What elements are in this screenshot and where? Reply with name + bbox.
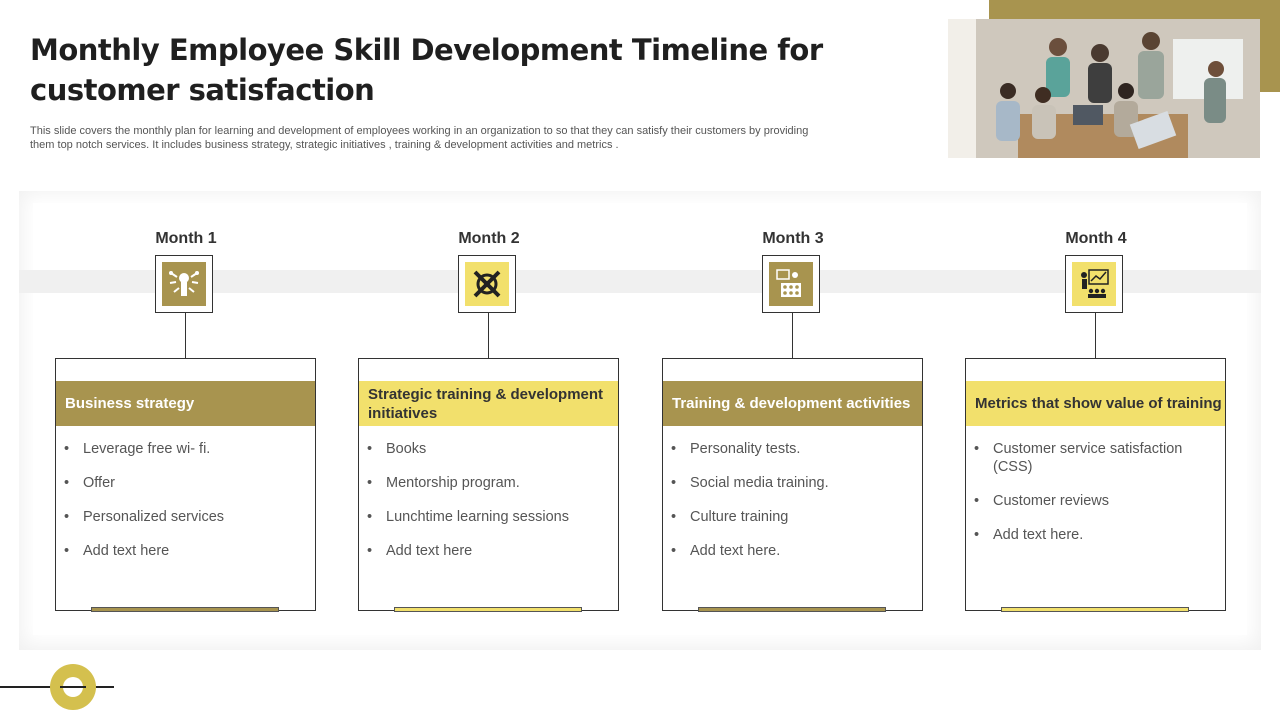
classroom-training-icon <box>769 262 813 306</box>
card-footer-bar <box>91 607 279 612</box>
month-column-4: Month 4 Metrics that show value of train… <box>965 230 1227 620</box>
connector-line <box>1095 313 1096 358</box>
tools-cross-icon <box>465 262 509 306</box>
month-label: Month 4 <box>1065 230 1127 247</box>
accent-bar-side <box>1260 0 1280 92</box>
accent-bar-top <box>989 0 1280 19</box>
month-label: Month 3 <box>762 230 824 247</box>
card-heading: Training & development activities <box>663 381 922 426</box>
month-card: Strategic training & development initiat… <box>358 358 619 612</box>
list-item: Customer reviews <box>974 492 1214 510</box>
strategy-hand-icon <box>162 262 206 306</box>
month-card: Metrics that show value of training Cust… <box>965 358 1226 612</box>
month-label: Month 1 <box>155 230 217 247</box>
list-item: Leverage free wi- fi. <box>64 440 304 458</box>
month-icon-frame <box>458 255 516 313</box>
month-column-2: Month 2 Strategic training & development… <box>358 230 620 620</box>
card-footer-bar <box>394 607 582 612</box>
card-list: Books Mentorship program. Lunchtime lear… <box>367 440 607 576</box>
list-item: Customer service satisfaction (CSS) <box>974 440 1214 476</box>
list-item: Culture training <box>671 508 911 526</box>
month-card: Training & development activities Person… <box>662 358 923 612</box>
list-item: Personality tests. <box>671 440 911 458</box>
card-footer-bar <box>1001 607 1189 612</box>
card-list: Leverage free wi- fi. Offer Personalized… <box>64 440 304 576</box>
list-item: Personalized services <box>64 508 304 526</box>
connector-line <box>185 313 186 358</box>
slide-subtitle: This slide covers the monthly plan for l… <box>30 125 809 151</box>
card-list: Customer service satisfaction (CSS) Cust… <box>974 440 1214 560</box>
card-footer-bar <box>698 607 886 612</box>
month-icon-frame <box>762 255 820 313</box>
team-meeting-photo <box>948 19 1260 158</box>
connector-line <box>792 313 793 358</box>
month-label: Month 2 <box>458 230 520 247</box>
card-heading: Strategic training & development initiat… <box>359 381 618 426</box>
month-card: Business strategy Leverage free wi- fi. … <box>55 358 316 612</box>
card-list: Personality tests. Social media training… <box>671 440 911 576</box>
list-item: Mentorship program. <box>367 474 607 492</box>
month-column-3: Month 3 Training & development activitie… <box>662 230 924 620</box>
connector-line <box>488 313 489 358</box>
list-item: Add text here <box>367 542 607 560</box>
list-item: Add text here. <box>671 542 911 560</box>
card-heading: Business strategy <box>56 381 315 426</box>
month-icon-frame <box>155 255 213 313</box>
card-heading: Metrics that show value of training <box>966 381 1225 426</box>
decorative-line-overlay <box>60 686 86 688</box>
list-item: Lunchtime learning sessions <box>367 508 607 526</box>
month-column-1: Month 1 Business strategy Leverage free … <box>55 230 317 620</box>
slide-title: Monthly Employee Skill Development Timel… <box>30 33 823 107</box>
list-item: Add text here <box>64 542 304 560</box>
presentation-metrics-icon <box>1072 262 1116 306</box>
list-item: Offer <box>64 474 304 492</box>
list-item: Social media training. <box>671 474 911 492</box>
month-icon-frame <box>1065 255 1123 313</box>
list-item: Add text here. <box>974 526 1214 544</box>
list-item: Books <box>367 440 607 458</box>
